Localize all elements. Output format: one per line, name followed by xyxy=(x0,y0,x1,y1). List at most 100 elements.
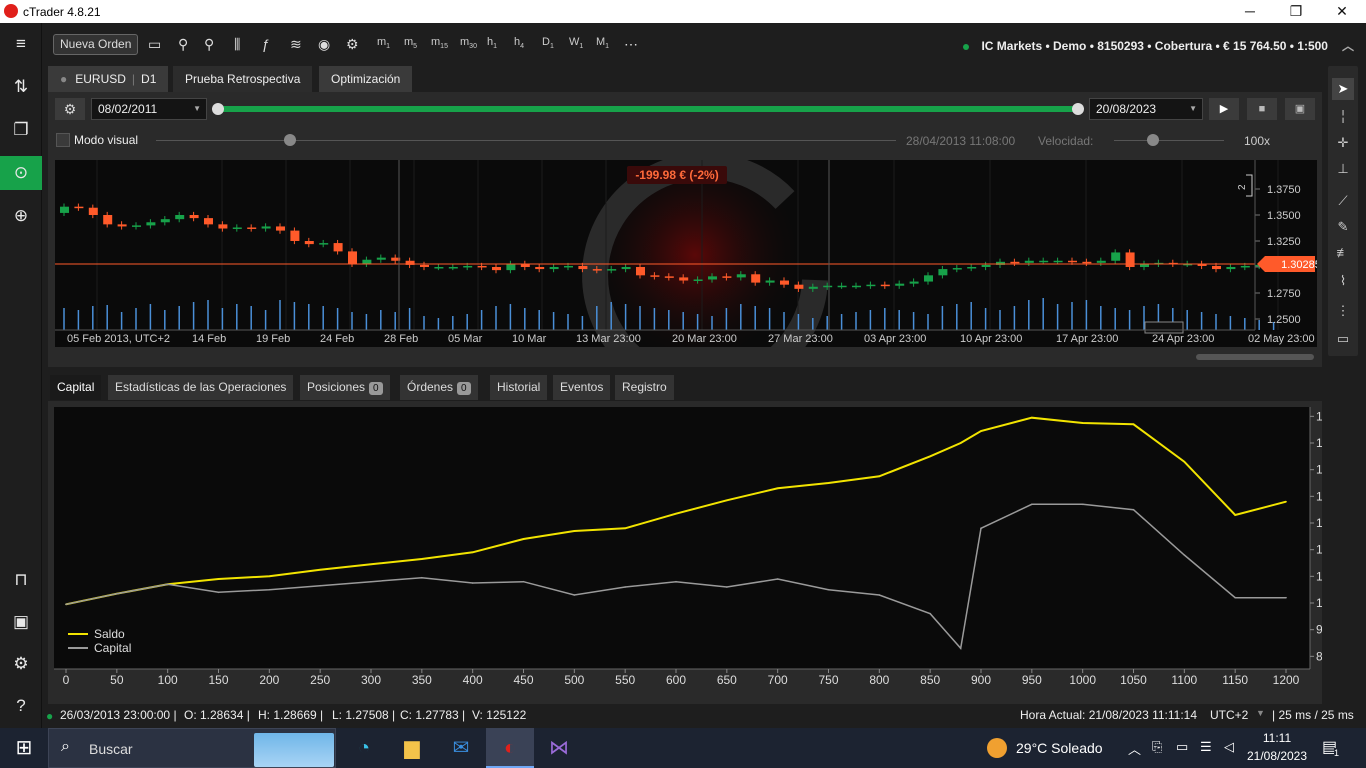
zoom-indicator[interactable]: 2 xyxy=(1237,174,1253,197)
ctrader-taskbar-icon[interactable]: ◐ xyxy=(486,728,534,768)
speed-handle[interactable] xyxy=(1147,134,1159,146)
edge-icon[interactable]: ◔ xyxy=(340,728,388,768)
candle-body xyxy=(1212,265,1221,270)
taskbar-clock[interactable]: 11:11 xyxy=(1252,731,1302,745)
taskbar-date[interactable]: 21/08/2023 xyxy=(1246,749,1308,763)
tf-mn1[interactable]: M1 xyxy=(596,36,609,50)
layers-icon[interactable]: ≋ xyxy=(290,36,302,53)
candlestick-chart[interactable]: -199.98 € (-2%) 2 1.3750 1.3500 1.3250 1.30… xyxy=(55,160,1317,347)
zoom-in-icon[interactable]: ⚲ xyxy=(204,36,214,53)
data-point-saldo xyxy=(776,487,779,490)
tf-d1[interactable]: D1 xyxy=(542,36,554,50)
chart-scrollbar[interactable] xyxy=(1196,354,1314,360)
new-order-button[interactable]: Nueva Orden xyxy=(53,34,139,55)
grid-icon[interactable]: ⋮ xyxy=(1332,300,1354,322)
tab-stats[interactable]: Estadísticas de las Operaciones xyxy=(108,375,294,400)
date-range-slider[interactable] xyxy=(212,103,1084,115)
weather-text[interactable]: 29°C Soleado xyxy=(1016,740,1103,756)
tf-m5[interactable]: m5 xyxy=(404,36,417,50)
tf-h4[interactable]: h4 xyxy=(514,36,524,50)
weather-icon[interactable] xyxy=(987,738,1007,758)
close-button[interactable]: ✕ xyxy=(1322,2,1362,21)
range-end-handle[interactable] xyxy=(1072,103,1084,115)
eye-icon[interactable]: ◉ xyxy=(318,36,330,53)
price-chart[interactable]: -199.98 € (-2%) 2 1.3750 1.3500 1.3250 1.30… xyxy=(55,160,1317,360)
text-box-icon[interactable]: ▭ xyxy=(1332,328,1354,350)
minimize-button[interactable]: ─ xyxy=(1230,2,1270,21)
tray-volume-icon[interactable]: ◁ xyxy=(1224,739,1234,755)
speed-track[interactable] xyxy=(1114,134,1224,146)
tf-m15[interactable]: m15 xyxy=(431,36,448,50)
file-explorer-icon[interactable]: ▆ xyxy=(388,728,436,768)
chevron-up-icon[interactable]: ︿ xyxy=(1342,39,1354,53)
wallet-icon[interactable]: ▣ xyxy=(0,605,42,639)
trendline-icon[interactable]: ⟋ xyxy=(1332,190,1354,212)
indicators-icon[interactable]: ƒ xyxy=(262,36,270,52)
more-icon[interactable]: ⋯ xyxy=(624,36,638,53)
tab-orders[interactable]: Órdenes 0 xyxy=(400,375,478,400)
save-button[interactable]: ▣ xyxy=(1285,98,1315,120)
tray-network-icon[interactable]: ⎘ xyxy=(1152,739,1162,755)
play-button[interactable]: ▶ xyxy=(1209,98,1239,120)
stop-button[interactable]: ■ xyxy=(1247,98,1277,120)
fibonacci-icon[interactable]: ≢ xyxy=(1332,242,1354,264)
taskbar-search[interactable]: ⌕ Buscar xyxy=(48,728,336,768)
crosshair-icon[interactable]: ✛ xyxy=(1332,132,1354,154)
tab-backtest[interactable]: Prueba Retrospectiva xyxy=(173,66,313,92)
tf-m1[interactable]: m1 xyxy=(377,36,390,50)
candle-body xyxy=(160,219,170,223)
visual-mode-checkbox[interactable] xyxy=(56,133,70,147)
zoom-out-icon[interactable]: ⚲ xyxy=(178,36,188,53)
layout-icon[interactable]: ▭ xyxy=(148,36,161,53)
playback-track[interactable] xyxy=(156,134,896,146)
candle-body xyxy=(319,243,329,245)
horizontal-line-icon[interactable]: ⊥ xyxy=(1332,158,1354,180)
account-info[interactable]: IC Markets • Demo • 8150293 • Cobertura … xyxy=(963,37,1354,54)
backtest-settings-icon[interactable]: ⚙ xyxy=(55,98,85,120)
windows-start-icon[interactable]: ⊞ xyxy=(0,728,48,768)
tab-log[interactable]: Registro xyxy=(615,375,674,400)
maximize-button[interactable]: ❐ xyxy=(1276,2,1316,21)
x-tick-label: 700 xyxy=(768,673,788,687)
tab-events[interactable]: Eventos xyxy=(553,375,611,400)
timezone[interactable]: UTC+2 xyxy=(1210,708,1248,722)
tray-chevron-icon[interactable]: ︿ xyxy=(1128,739,1141,758)
start-date-picker[interactable]: 08/02/2011 ▼ xyxy=(91,98,207,120)
tab-optimization[interactable]: Optimización xyxy=(319,66,413,92)
tf-m30[interactable]: m30 xyxy=(460,36,477,50)
copy-icon[interactable]: ❐ xyxy=(0,113,42,147)
settings-icon[interactable]: ⚙ xyxy=(0,647,42,681)
visual-studio-icon[interactable]: ⋈ xyxy=(535,728,583,768)
tray-wifi-icon[interactable]: ☰ xyxy=(1200,739,1212,755)
settings-chart-icon[interactable]: ⚙ xyxy=(346,36,359,53)
mail-icon[interactable]: ✉ xyxy=(437,728,485,768)
x-tick-label: 400 xyxy=(463,673,483,687)
tab-history[interactable]: Historial xyxy=(490,375,548,400)
trade-icon[interactable]: ⇅ xyxy=(0,70,42,104)
timezone-dropdown-icon[interactable]: ▼ xyxy=(1256,708,1265,718)
tray-battery-icon[interactable]: ▭ xyxy=(1176,739,1188,755)
playback-handle[interactable] xyxy=(284,134,296,146)
current-test-time: 28/04/2013 11:08:00 xyxy=(906,134,1016,148)
cursor-icon[interactable]: ➤ xyxy=(1332,78,1354,100)
pattern-icon[interactable]: ⌇ xyxy=(1332,270,1354,292)
range-start-handle[interactable] xyxy=(212,103,224,115)
menu-icon[interactable]: ≡ xyxy=(0,27,42,61)
tf-h1[interactable]: h1 xyxy=(487,36,497,50)
vertical-line-icon[interactable]: ╎ xyxy=(1332,106,1354,128)
tf-w1[interactable]: W1 xyxy=(569,36,583,50)
calendar-icon[interactable]: ⊓ xyxy=(0,563,42,597)
analyze-icon[interactable]: ⊕ xyxy=(0,199,42,233)
tab-symbol[interactable]: ● EURUSD | D1 xyxy=(48,66,168,92)
help-icon[interactable]: ? xyxy=(0,689,42,723)
tab-positions[interactable]: Posiciones 0 xyxy=(300,375,390,400)
period-separator-handle[interactable] xyxy=(1144,321,1184,334)
data-point-capital xyxy=(65,603,67,606)
end-date-picker[interactable]: 20/08/2023 ▼ xyxy=(1089,98,1203,120)
x-tick-label: 800 xyxy=(869,673,889,687)
automate-icon[interactable]: ⊙ xyxy=(0,156,42,190)
tab-capital[interactable]: Capital xyxy=(50,375,102,400)
price-tick-label: 1.3750 xyxy=(1267,184,1301,196)
chart-type-icon[interactable]: ⫼ xyxy=(234,36,240,53)
pencil-icon[interactable]: ✎ xyxy=(1332,216,1354,238)
